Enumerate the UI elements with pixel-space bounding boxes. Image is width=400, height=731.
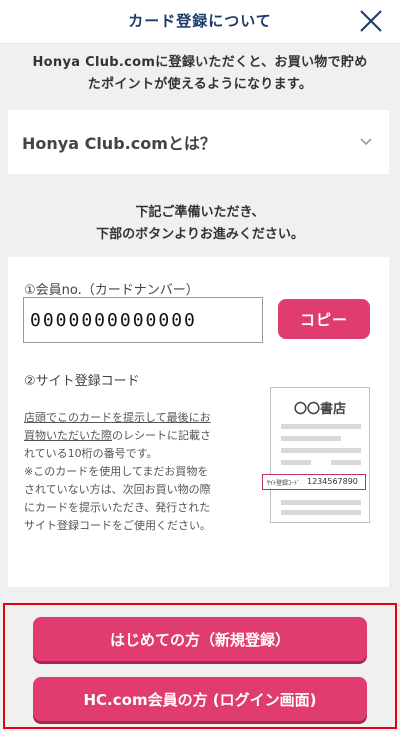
receipt-line bbox=[331, 460, 361, 465]
page-title: カード登録について bbox=[128, 12, 272, 30]
chevron-down-icon bbox=[360, 138, 372, 146]
receipt-illustration: 〇〇書店 bbox=[270, 387, 370, 523]
receipt-line bbox=[281, 510, 361, 515]
desc-line: れている10桁の番号です。 bbox=[24, 447, 158, 460]
prepare-text: 下記ご準備いただき、 下部のボタンよりお進みください。 bbox=[0, 202, 400, 246]
desc-line: 店頭でこのカードを提示して最後にお bbox=[24, 411, 211, 424]
intro-line-1: Honya Club.comに登録いただくと、お買い物で貯め bbox=[32, 55, 368, 70]
prepare-line-1: 下記ご準備いただき、 bbox=[135, 205, 265, 220]
desc-line: されていない方は、次回お買い物の際 bbox=[24, 483, 211, 496]
receipt-code-highlight: ｻｲﾄ登録ｺｰﾄﾞ 1234567890 bbox=[262, 474, 366, 490]
site-code-label: ②サイト登録コード bbox=[24, 374, 140, 389]
desc-line: 買物いただいた際のレシートに記載さ bbox=[24, 427, 249, 445]
receipt-line bbox=[281, 460, 311, 465]
receipt-code-value: 1234567890 bbox=[307, 477, 358, 486]
header: カード登録について bbox=[0, 0, 400, 44]
receipt-line bbox=[281, 500, 361, 505]
card-info-panel: ①会員no.（カードナンバー） コピー ②サイト登録コード 店頭でこのカードを提… bbox=[8, 257, 389, 587]
desc-line-rest: のレシートに記載さ bbox=[112, 429, 211, 442]
desc-line: サイト登録コードをご使用ください。 bbox=[24, 519, 211, 532]
login-button[interactable]: HC.com会員の方 (ログイン画面) bbox=[33, 677, 367, 721]
intro-text: Honya Club.comに登録いただくと、お買い物で貯め たポイントが使える… bbox=[10, 52, 390, 96]
receipt-line bbox=[281, 448, 361, 453]
receipt-code-label: ｻｲﾄ登録ｺｰﾄﾞ bbox=[267, 480, 301, 487]
intro-line-2: たポイントが使えるようになります。 bbox=[87, 77, 313, 92]
prepare-line-2: 下部のボタンよりお進みください。 bbox=[96, 227, 304, 242]
receipt-line bbox=[281, 424, 361, 429]
desc-line: ※このカードを使用してまだお買物を bbox=[24, 465, 209, 478]
desc-line: にカードを提示いただき、発行された bbox=[24, 501, 211, 514]
member-number-label: ①会員no.（カードナンバー） bbox=[24, 283, 199, 298]
receipt-store-name: 〇〇書店 bbox=[293, 402, 346, 417]
copy-button[interactable]: コピー bbox=[278, 299, 370, 339]
new-register-button[interactable]: はじめての方（新規登録） bbox=[33, 617, 367, 661]
member-number-field[interactable] bbox=[23, 297, 263, 343]
close-icon[interactable] bbox=[358, 8, 384, 34]
faq-accordion[interactable]: Honya Club.comとは？ bbox=[8, 110, 389, 174]
site-code-description: 店頭でこのカードを提示して最後にお 買物いただいた際のレシートに記載さ れている… bbox=[24, 409, 249, 535]
desc-line-underlined: 買物いただいた際 bbox=[24, 429, 112, 442]
receipt-line bbox=[281, 436, 341, 441]
faq-question: Honya Club.comとは？ bbox=[22, 134, 216, 153]
